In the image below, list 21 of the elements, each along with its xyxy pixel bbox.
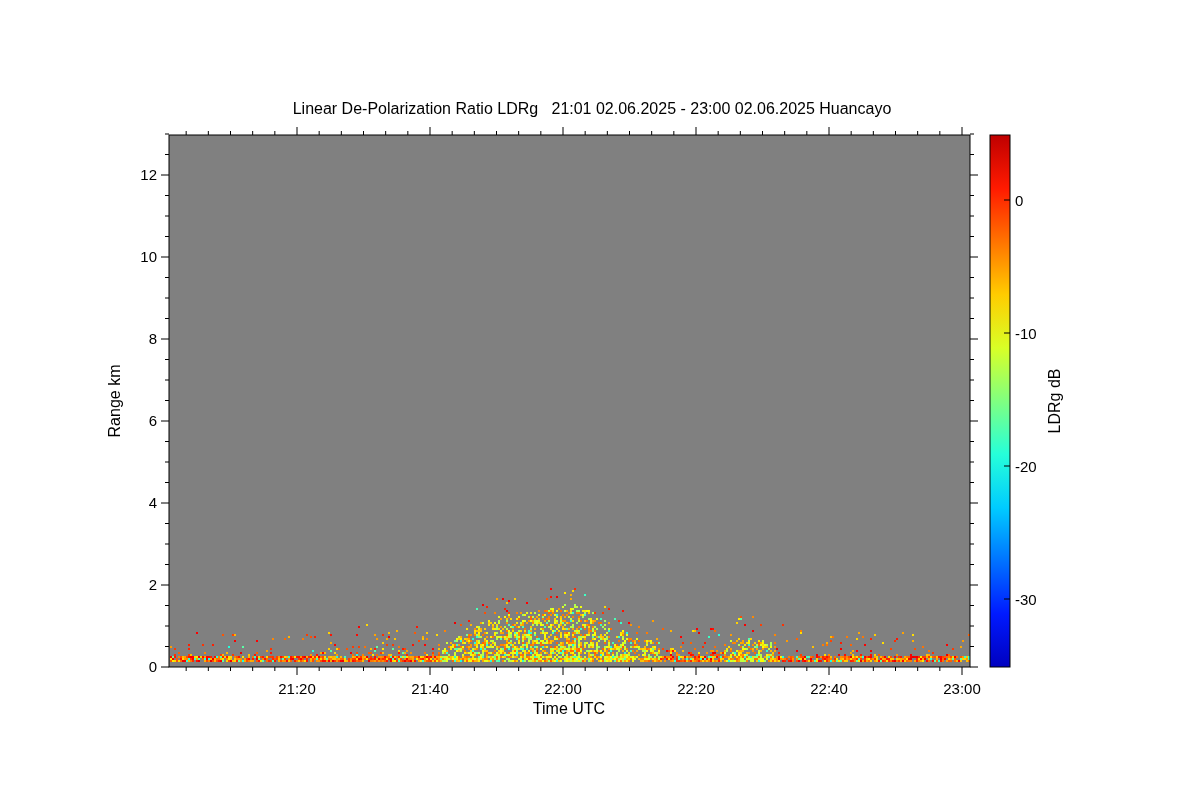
colorbar-tick-label: -20 [1015,458,1037,475]
y-tick-label: 10 [140,248,157,265]
y-tick-label: 8 [148,330,157,347]
x-tick-label: 21:20 [278,680,316,697]
colorbar-label: LDRg dB [1046,368,1063,434]
x-tick-label: 23:00 [943,680,981,697]
colorbar-tick-label: 0 [1015,192,1024,209]
x-tick-label: 22:40 [810,680,848,697]
y-tick-label: 6 [148,412,157,429]
y-tick-label: 2 [148,576,157,593]
colorbar-tick-label: -30 [1015,591,1037,608]
y-tick-label: 12 [140,166,157,183]
chart-title: Linear De-Polarization Ratio LDRg 21:01 02.06.2025 - 23:00 02.06.2025 Huancayo [292,100,892,117]
x-axis-label: Time UTC [532,700,606,717]
y-tick-label: 4 [148,494,157,511]
y-axis-label: Range km [106,364,123,438]
y-tick-label: 0 [148,658,157,675]
x-tick-label: 22:20 [677,680,715,697]
x-tick-label: 21:40 [411,680,449,697]
x-tick-label: 22:00 [544,680,582,697]
colorbar-tick-label: -10 [1015,325,1037,342]
